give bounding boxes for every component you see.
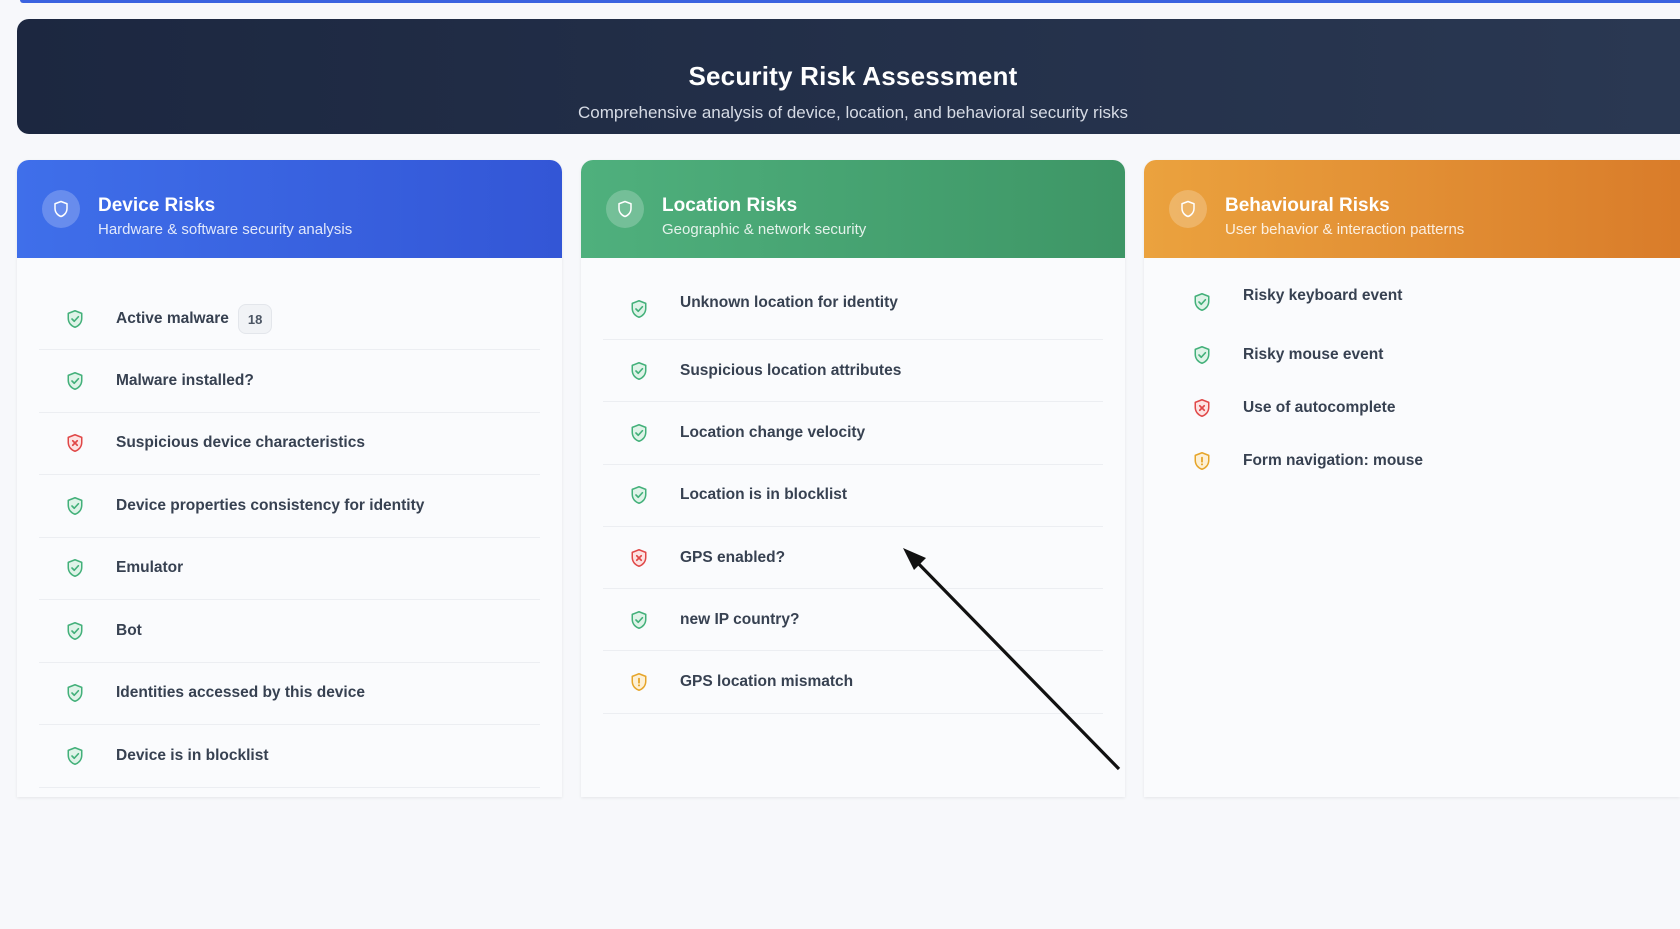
behavioural-risks-card: Behavioural Risks User behavior & intera… (1144, 160, 1680, 797)
risk-item: new IP country? (603, 589, 1103, 652)
risk-item-label: Malware installed? (116, 371, 254, 389)
risk-item: Malware installed? (39, 350, 540, 413)
risk-item-label: Device properties consistency for identi… (116, 496, 425, 514)
location-risk-list: Unknown location for identity Suspicious … (603, 258, 1103, 714)
risk-item-label: Location is in blocklist (680, 486, 848, 504)
location-risks-header: Location Risks Geographic & network secu… (581, 160, 1125, 258)
card-subtitle: Geographic & network security (662, 221, 867, 238)
risk-item: Device is in blocklist (39, 725, 540, 788)
risk-item-label: Identities accessed by this device (116, 684, 365, 702)
shield-check-icon (66, 496, 84, 516)
shield-alert-icon (630, 672, 648, 692)
risk-item: Identities accessed by this device (39, 663, 540, 725)
shield-check-icon (630, 485, 648, 505)
page-header: Security Risk Assessment Comprehensive a… (17, 19, 1680, 134)
behavioural-risks-header: Behavioural Risks User behavior & intera… (1144, 160, 1680, 258)
card-title: Location Risks (662, 195, 798, 216)
card-subtitle: User behavior & interaction patterns (1225, 221, 1465, 238)
page-subtitle: Comprehensive analysis of device, locati… (578, 103, 1128, 122)
risk-item: Risky mouse event (1166, 328, 1658, 381)
page-title: Security Risk Assessment (688, 61, 1018, 91)
risk-item: Use of autocomplete (1166, 381, 1658, 434)
top-accent-line (20, 0, 1680, 3)
risk-item-label: Location change velocity (680, 423, 866, 441)
shield-icon (42, 190, 80, 228)
shield-check-icon (66, 683, 84, 703)
risk-item: Suspicious device characteristics (39, 413, 540, 475)
shield-check-icon (630, 610, 648, 630)
risk-item-label: GPS location mismatch (680, 673, 854, 691)
risk-item-label: Risky keyboard event (1243, 286, 1403, 304)
risk-item: Unknown location for identity (603, 258, 1103, 340)
risk-item-label: Emulator (116, 559, 184, 577)
risk-item-label: new IP country? (680, 610, 800, 628)
shield-check-icon (630, 299, 648, 319)
risk-item-label: Unknown location for identity (680, 293, 898, 311)
card-title: Behavioural Risks (1225, 195, 1390, 216)
risk-item: Active malware 18 (39, 258, 540, 350)
shield-check-icon (66, 371, 84, 391)
risk-item: Device properties consistency for identi… (39, 475, 540, 538)
risk-item: Location is in blocklist (603, 465, 1103, 527)
risk-item-label: Use of autocomplete (1243, 398, 1396, 416)
risk-item-label: GPS enabled? (680, 548, 786, 566)
card-title: Device Risks (98, 195, 216, 216)
shield-check-icon (630, 423, 648, 443)
shield-check-icon (66, 621, 84, 641)
risk-item: GPS location mismatch (603, 651, 1103, 714)
risk-item-label: Active malware (116, 309, 229, 327)
shield-check-icon (66, 558, 84, 578)
risk-item-label: Bot (116, 621, 142, 639)
shield-icon (606, 190, 644, 228)
risk-item: Risky keyboard event (1166, 258, 1658, 328)
risk-item: Suspicious location attributes (603, 340, 1103, 403)
shield-x-icon (1193, 398, 1211, 418)
risk-item-label: Form navigation: mouse (1243, 451, 1423, 469)
device-risk-list: Active malware 18 Malware installed? Suspic… (39, 258, 540, 788)
shield-x-icon (630, 548, 648, 568)
risk-item-label: Device is in blocklist (116, 746, 269, 764)
shield-check-icon (1193, 345, 1211, 365)
risk-item-label: Suspicious location attributes (680, 361, 902, 379)
risk-item: Location change velocity (603, 402, 1103, 465)
risk-item: GPS enabled? (603, 527, 1103, 590)
risk-item-label: Suspicious device characteristics (116, 434, 365, 452)
count-badge: 18 (237, 303, 273, 334)
shield-check-icon (630, 361, 648, 381)
shield-alert-icon (1193, 451, 1211, 471)
shield-icon (1169, 190, 1207, 228)
risk-item-label: Risky mouse event (1243, 345, 1384, 363)
card-subtitle: Hardware & software security analysis (98, 221, 353, 238)
shield-x-icon (66, 433, 84, 453)
location-risks-card: Location Risks Geographic & network secu… (581, 160, 1125, 797)
device-risks-header: Device Risks Hardware & software securit… (17, 160, 562, 258)
shield-check-icon (1193, 292, 1211, 312)
risk-item: Emulator (39, 538, 540, 600)
shield-check-icon (66, 309, 84, 329)
behavioural-risk-list: Risky keyboard event Risky mouse event Use… (1166, 258, 1658, 487)
risk-item: Bot (39, 600, 540, 663)
device-risks-card: Device Risks Hardware & software securit… (17, 160, 562, 797)
shield-check-icon (66, 746, 84, 766)
risk-item: Form navigation: mouse (1166, 434, 1658, 487)
